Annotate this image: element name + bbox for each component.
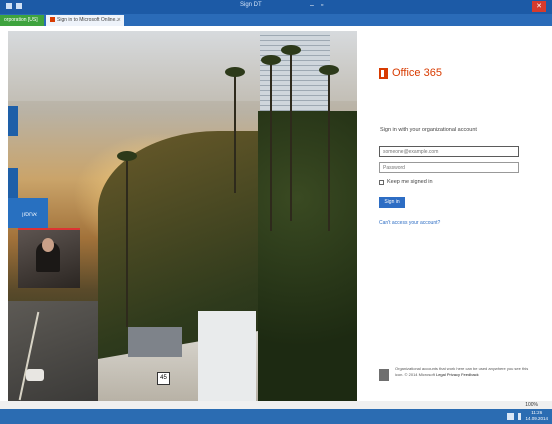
tab-close-icon[interactable]: ✕ bbox=[117, 15, 121, 26]
close-button[interactable]: ✕ bbox=[532, 1, 546, 12]
zoom-level[interactable]: 100% bbox=[525, 401, 538, 409]
org-account-icon bbox=[379, 369, 389, 381]
start-tile[interactable] bbox=[8, 106, 18, 136]
hero-car bbox=[26, 369, 44, 381]
footer-links[interactable]: Legal Privacy Feedback bbox=[436, 372, 479, 377]
cant-access-link[interactable]: Can't access your account? bbox=[379, 220, 440, 226]
sign-in-button[interactable]: Sign in bbox=[379, 197, 405, 208]
sign-in-panel: Office 365 Sign in with your organizatio… bbox=[357, 31, 552, 401]
maximize-button[interactable]: ▫ bbox=[321, 2, 323, 9]
start-tile-labeled[interactable]: אחסון bbox=[8, 198, 48, 228]
highway-shield: 45 bbox=[157, 372, 170, 385]
system-tray: 11:26 14.09.2014 bbox=[507, 410, 548, 422]
hero-structure bbox=[198, 311, 256, 401]
tile-label: אחסון bbox=[22, 212, 37, 218]
tab-strip: orporation [US] Sign in to Microsoft Onl… bbox=[0, 14, 552, 38]
username-field[interactable] bbox=[379, 146, 519, 157]
hero-trees bbox=[258, 111, 357, 401]
office-favicon-icon bbox=[50, 17, 55, 23]
sign-in-heading: Sign in with your organizational account bbox=[380, 127, 477, 133]
windows-taskbar: 11:26 14.09.2014 bbox=[0, 409, 552, 424]
footer-notice: Organizational accounts that work here c… bbox=[395, 366, 535, 378]
browser-statusbar: 100% bbox=[0, 401, 552, 409]
palm-tree bbox=[319, 65, 339, 231]
quick-access-icons bbox=[6, 3, 22, 9]
clock[interactable]: 11:26 14.09.2014 bbox=[525, 410, 548, 422]
back-icon[interactable] bbox=[6, 3, 12, 9]
video-thumbnail[interactable] bbox=[18, 228, 80, 288]
keep-signed-in[interactable]: Keep me signed in bbox=[379, 179, 433, 185]
window-titlebar: Sign DT – ▫ ✕ bbox=[0, 0, 552, 14]
tab-site-identity[interactable]: orporation [US] bbox=[0, 15, 44, 26]
keep-signed-in-label: Keep me signed in bbox=[387, 179, 433, 185]
start-tile[interactable] bbox=[8, 168, 18, 198]
page-icon[interactable] bbox=[16, 3, 22, 9]
window-title: Sign DT bbox=[240, 2, 262, 8]
palm-tree bbox=[281, 45, 301, 221]
clock-date: 14.09.2014 bbox=[525, 416, 548, 421]
palm-tree bbox=[261, 55, 281, 231]
palm-tree bbox=[117, 151, 137, 327]
password-field[interactable] bbox=[379, 162, 519, 173]
brand-name: Office 365 bbox=[392, 67, 442, 79]
network-icon[interactable] bbox=[518, 412, 522, 420]
office-365-logo: Office 365 bbox=[379, 67, 442, 79]
office-logo-icon bbox=[379, 67, 388, 79]
hero-image: 45 bbox=[8, 31, 357, 401]
minimize-button[interactable]: – bbox=[310, 2, 314, 9]
tab-sign-in[interactable]: Sign in to Microsoft Online... ✕ bbox=[46, 15, 124, 26]
tab-sign-in-label: Sign in to Microsoft Online... bbox=[57, 17, 120, 23]
keep-signed-in-checkbox[interactable] bbox=[379, 179, 384, 185]
keyboard-icon[interactable] bbox=[507, 412, 515, 420]
palm-tree bbox=[225, 67, 245, 193]
window-controls: – ▫ bbox=[310, 2, 323, 9]
video-face bbox=[42, 238, 54, 252]
hero-sign-board bbox=[128, 327, 182, 357]
